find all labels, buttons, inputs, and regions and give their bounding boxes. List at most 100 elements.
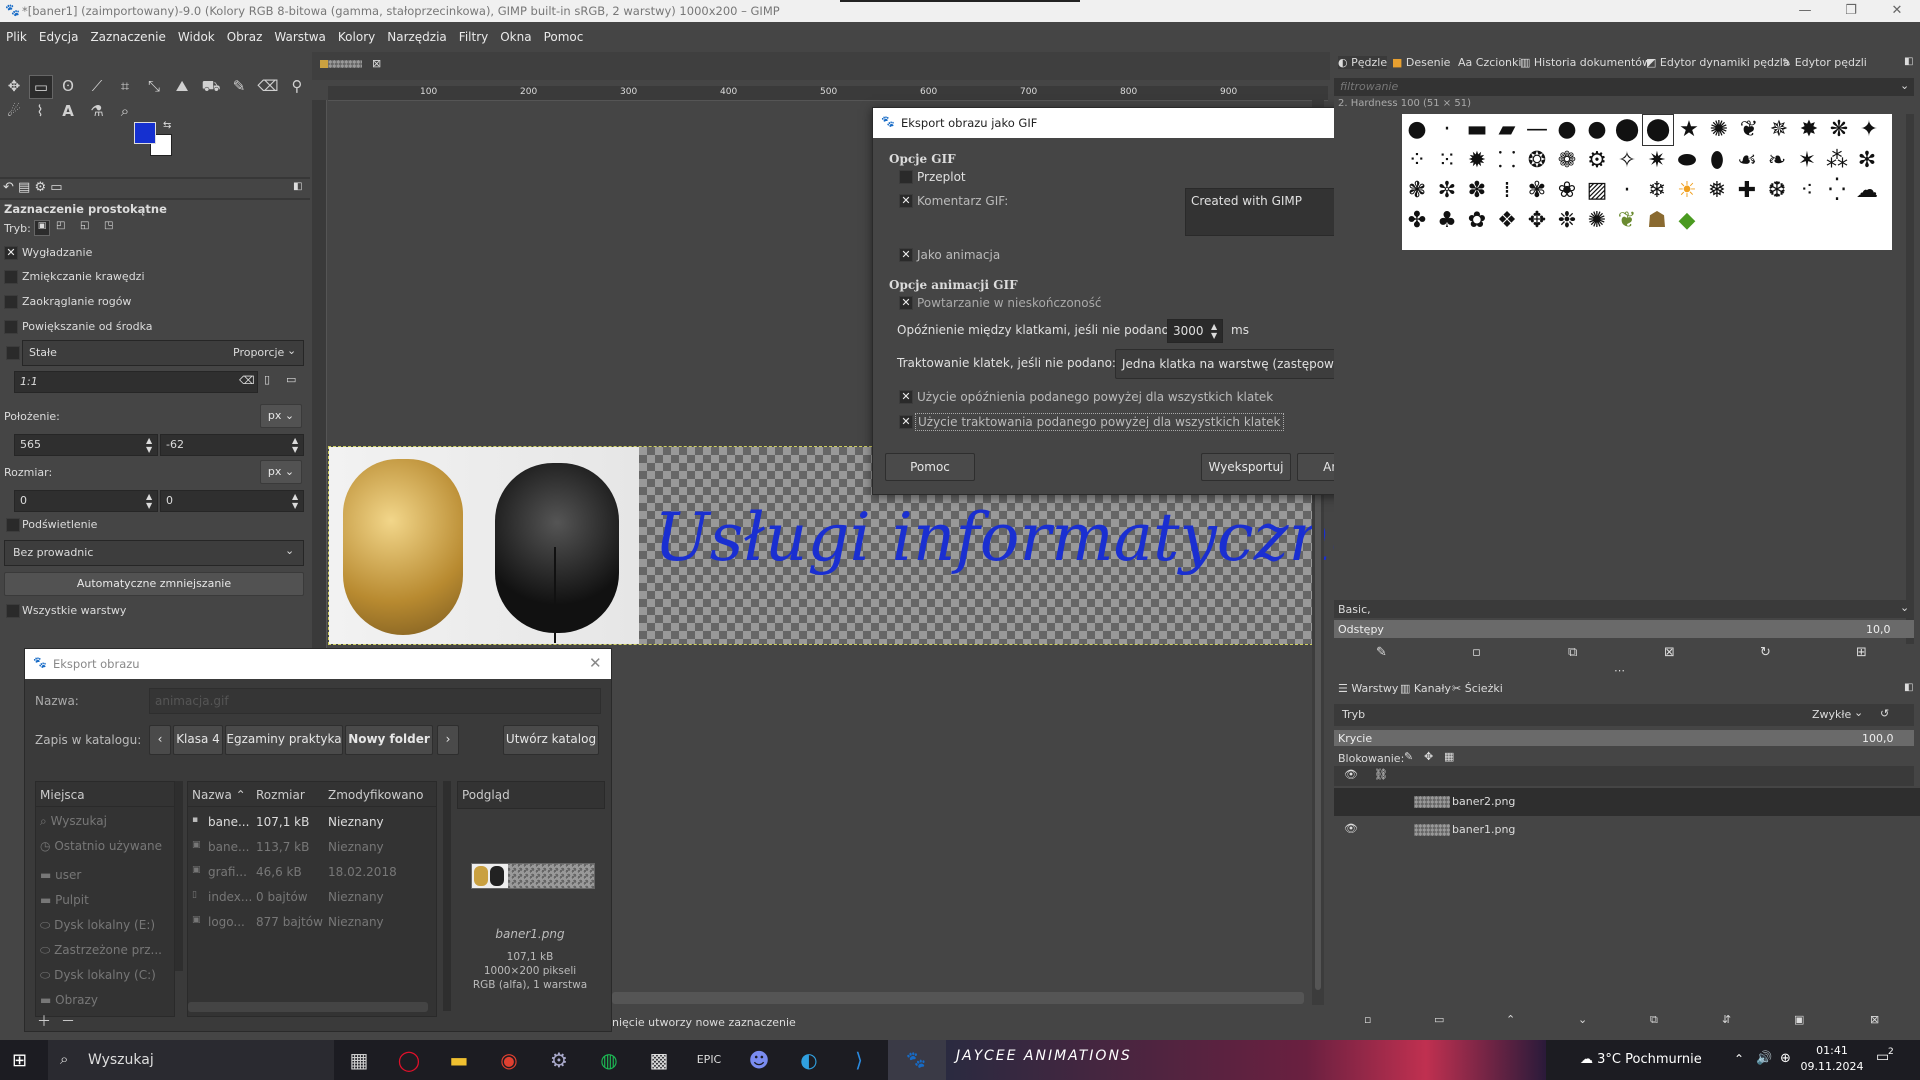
clear-icon[interactable]: ⌫: [239, 374, 255, 387]
edit-brush-icon[interactable]: ✎: [1376, 645, 1387, 660]
feather-checkbox[interactable]: [4, 270, 18, 284]
brush-marble[interactable]: ❉: [1552, 206, 1582, 236]
eye-icon[interactable]: 👁: [1344, 822, 1358, 835]
brush-oil[interactable]: ✾: [1522, 176, 1552, 206]
brush-preset-select[interactable]: Basic, ⌄: [1334, 600, 1914, 618]
dock-menu-icon[interactable]: ◧: [1904, 56, 1913, 67]
spin-arrows-icon[interactable]: ▲ ▼: [146, 492, 152, 510]
spin-arrows-icon[interactable]: ▲ ▼: [292, 492, 298, 510]
mode-add-icon[interactable]: ◰: [56, 220, 65, 231]
brush-hatch[interactable]: ⚙: [1582, 146, 1612, 176]
place-search[interactable]: ⌕ Wyszukaj: [40, 814, 107, 829]
brush-scatter[interactable]: ⁙: [1432, 146, 1462, 176]
tool-options-tab-icons[interactable]: ↶ ▤ ⚙ ▭: [3, 180, 63, 195]
discord-icon[interactable]: ☻: [742, 1043, 776, 1077]
crumb-back-button[interactable]: ‹: [149, 725, 171, 755]
brush-filter-input[interactable]: filtrowanie ⌄: [1334, 78, 1914, 96]
close-tab-icon[interactable]: ⊠: [372, 57, 381, 70]
rect-select-tool-icon[interactable]: ▭: [29, 75, 53, 99]
menu-zaznaczenie[interactable]: Zaznaczenie: [84, 22, 171, 44]
brush-tree[interactable]: ♣: [1432, 206, 1462, 236]
brush-splatter[interactable]: ✹: [1462, 146, 1492, 176]
spin-arrows-icon[interactable]: ▲ ▼: [146, 436, 152, 454]
brushes-scrollbar[interactable]: [1906, 114, 1914, 644]
file-explorer-icon[interactable]: ▬: [442, 1043, 476, 1077]
layer-row[interactable]: 👁 baner1.png: [1334, 816, 1920, 844]
new-brush-icon[interactable]: ▫: [1472, 645, 1481, 660]
crumb-nowy-folder[interactable]: Nowy folder: [345, 725, 433, 755]
windows-start-icon[interactable]: ⊞: [12, 1050, 27, 1071]
mode-subtract-icon[interactable]: ◱: [80, 220, 89, 231]
add-place-icon[interactable]: ＋: [37, 1011, 51, 1031]
brush-wilber-head[interactable]: ☗: [1642, 206, 1672, 236]
brush-stars[interactable]: ✶: [1792, 146, 1822, 176]
place-user[interactable]: ▬ user: [40, 868, 81, 882]
volume-icon[interactable]: 🔊: [1756, 1051, 1772, 1066]
text-tool-icon[interactable]: A: [57, 100, 79, 122]
brush-bristle[interactable]: ✼: [1432, 176, 1462, 206]
create-folder-button[interactable]: Utwórz katalog: [503, 725, 599, 755]
delete-brush-icon[interactable]: ⊠: [1664, 645, 1675, 660]
paths-tool-icon[interactable]: ⌇: [29, 100, 51, 122]
brush-dots[interactable]: ⸬: [1492, 146, 1522, 176]
place-drive-c[interactable]: ⬭ Dysk lokalny (C:): [40, 968, 156, 983]
brush-smoke[interactable]: ✤: [1402, 206, 1432, 236]
comment-checkbox[interactable]: ✕: [899, 194, 913, 208]
delete-layer-icon[interactable]: ⊠: [1870, 1013, 1879, 1026]
brush-sponge2[interactable]: ❅: [1702, 176, 1732, 206]
crumb-egzaminy[interactable]: Egzaminy praktyka: [225, 725, 343, 755]
maximize-button[interactable]: ❐: [1828, 0, 1874, 22]
menu-obraz[interactable]: Obraz: [221, 22, 269, 44]
position-unit-select[interactable]: px ⌄: [260, 404, 302, 428]
refresh-brushes-icon[interactable]: ↻: [1760, 645, 1771, 660]
brush-line[interactable]: ▬: [1462, 115, 1492, 145]
raise-layer-icon[interactable]: ⌃: [1506, 1013, 1515, 1026]
clock-time[interactable]: 01:41: [1800, 1044, 1864, 1057]
color-picker-icon[interactable]: ⚗: [86, 100, 108, 122]
brush-leaves[interactable]: ❦: [1734, 115, 1764, 145]
menu-okna[interactable]: Okna: [494, 22, 537, 44]
crop-tool-icon[interactable]: ⌗: [114, 75, 136, 97]
size-w-input[interactable]: 0 ▲ ▼: [14, 490, 158, 512]
minimize-button[interactable]: —: [1782, 0, 1828, 22]
duplicate-layer-icon[interactable]: ⧉: [1650, 1013, 1658, 1027]
file-row[interactable]: ▣ logo... 877 bajtów Nieznany: [188, 912, 428, 932]
position-y-input[interactable]: -62 ▲ ▼: [160, 434, 304, 456]
foreground-color-swatch[interactable]: [134, 122, 156, 144]
antialias-checkbox[interactable]: ✕: [4, 246, 18, 260]
brush-grid[interactable]: ● · ▬ ▰ — ● ● ⬤ ⬤ ★ ✺ ❦ ✵ ✸ ❋ ✦ ⁘ ⁙ ✹ ⸬ ❂ ❁ ⚙ ✧ ✷ ⬬ ⬮ ☙ ❧ ✶ ⁂ ✻ ❃ ✼ ✽ ⁞ ✾ ❀…: [1402, 114, 1892, 250]
help-button[interactable]: Pomoc: [885, 453, 975, 481]
file-row[interactable]: ▪ bane... 107,1 kB Nieznany: [188, 812, 428, 832]
brush-splat[interactable]: ✺: [1704, 115, 1734, 145]
steam-icon[interactable]: ⚙: [542, 1043, 576, 1077]
network-icon[interactable]: ⊕: [1780, 1051, 1791, 1066]
col-modified-header[interactable]: Zmodyfikowano: [328, 788, 424, 802]
brush-acrylic[interactable]: ❃: [1402, 176, 1432, 206]
brush-oval[interactable]: ⬬: [1672, 146, 1702, 176]
brush-selected[interactable]: ⬤: [1642, 114, 1674, 146]
brush-dot[interactable]: ·: [1432, 115, 1462, 145]
crumb-forward-button[interactable]: ›: [437, 725, 459, 755]
tab-paths[interactable]: ✂ Ścieżki: [1452, 682, 1503, 695]
lower-layer-icon[interactable]: ⌄: [1578, 1013, 1587, 1026]
anchor-layer-icon[interactable]: ⇵: [1722, 1013, 1731, 1026]
size-unit-select[interactable]: px ⌄: [260, 460, 302, 484]
dock-menu-icon[interactable]: ◧: [293, 181, 302, 192]
place-recent[interactable]: ◷ Ostatnio używane: [40, 839, 162, 853]
fixed-select[interactable]: Stałe Proporcje ⌄: [22, 340, 304, 366]
brush-cloud[interactable]: ☁: [1852, 176, 1882, 206]
spacing-slider[interactable]: Odstępy 10,0: [1334, 620, 1914, 638]
brush-grain[interactable]: ⁖: [1792, 176, 1822, 206]
tab-doc-history[interactable]: ▥ Historia dokumentów: [1520, 56, 1651, 69]
size-h-input[interactable]: 0 ▲ ▼: [160, 490, 304, 512]
layer-row[interactable]: baner2.png: [1334, 788, 1920, 816]
expand-center-checkbox[interactable]: [4, 320, 18, 334]
minecraft-icon[interactable]: ▩: [642, 1043, 676, 1077]
brush-vine[interactable]: ☙: [1732, 146, 1762, 176]
fixed-checkbox[interactable]: [6, 346, 20, 360]
brush-sparkle[interactable]: ☀: [1672, 176, 1702, 206]
brush-drip[interactable]: ⁞: [1492, 176, 1522, 206]
brush-cross[interactable]: ✚: [1732, 176, 1762, 206]
file-row[interactable]: ▣ bane... 113,7 kB Nieznany: [188, 837, 428, 857]
rounded-checkbox[interactable]: [4, 295, 18, 309]
